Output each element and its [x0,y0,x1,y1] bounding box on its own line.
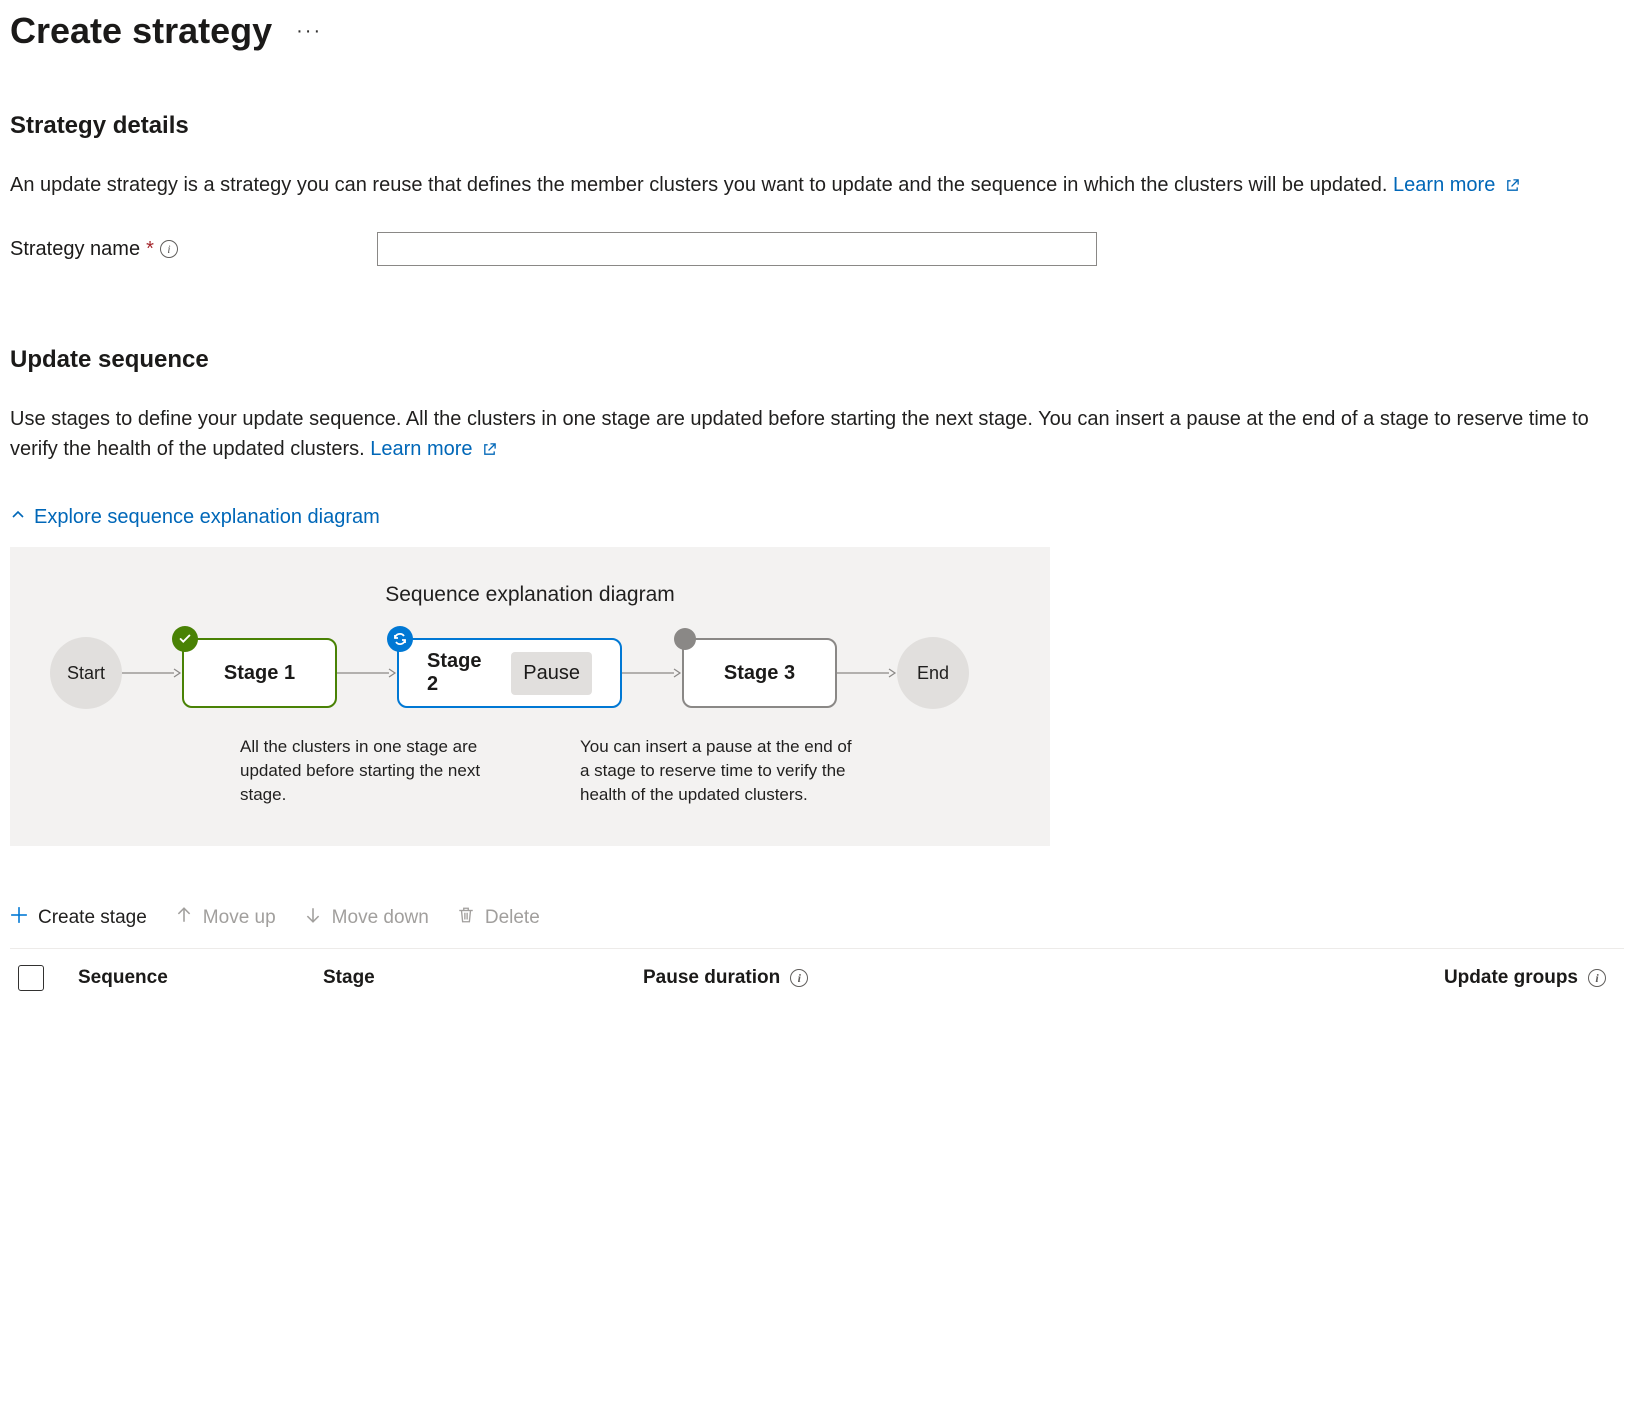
arrow-icon [622,667,682,679]
column-update-groups[interactable]: Update groups i [963,967,1616,989]
update-sequence-heading: Update sequence [10,346,1624,374]
column-pause-duration[interactable]: Pause duration i [643,967,963,989]
page-title-text: Create strategy [10,10,272,52]
diagram-end-node: End [897,637,969,709]
more-actions-button[interactable]: ··· [296,20,322,43]
info-icon[interactable]: i [160,240,178,258]
diagram-caption-1: All the clusters in one stage are update… [240,735,520,806]
info-icon[interactable]: i [1588,969,1606,987]
strategy-details-learn-more-link[interactable]: Learn more [1393,174,1520,196]
pause-chip: Pause [511,652,592,695]
stages-table-header: Sequence Stage Pause duration i Update g… [10,948,1624,1007]
trash-icon [457,906,475,930]
column-stage[interactable]: Stage [323,967,643,989]
arrow-up-icon [175,906,193,930]
arrow-icon [837,667,897,679]
diagram-title: Sequence explanation diagram [50,583,1010,607]
diagram-stage-2: Stage 2 Pause [397,638,622,708]
strategy-name-label: Strategy name * i [10,238,365,261]
chevron-up-icon [10,506,26,529]
diagram-caption-2: You can insert a pause at the end of a s… [580,735,860,806]
required-indicator: * [146,238,154,261]
move-down-button: Move down [304,906,429,930]
diagram-stage-1: Stage 1 [182,638,337,708]
update-sequence-description: Use stages to define your update sequenc… [10,404,1624,466]
strategy-name-input[interactable] [377,232,1097,266]
sync-icon [387,626,413,652]
explore-diagram-toggle[interactable]: Explore sequence explanation diagram [10,506,380,529]
external-link-icon [482,436,497,466]
stage-2-box: Stage 2 Pause [397,638,622,708]
stage-3-box: Stage 3 [682,638,837,708]
strategy-details-heading: Strategy details [10,112,1624,140]
arrow-down-icon [304,906,322,930]
strategy-details-description-text: An update strategy is a strategy you can… [10,174,1387,196]
column-sequence[interactable]: Sequence [78,967,323,989]
strategy-name-row: Strategy name * i [10,232,1624,266]
diagram-captions: All the clusters in one stage are update… [50,735,1010,806]
diagram-flow: Start Stage 1 Stage 2 Pause [50,637,1010,709]
info-icon[interactable]: i [790,969,808,987]
update-sequence-description-text: Use stages to define your update sequenc… [10,408,1589,460]
select-all-checkbox[interactable] [18,965,44,991]
diagram-start-node: Start [50,637,122,709]
arrow-icon [337,667,397,679]
dot-icon [674,628,696,650]
external-link-icon [1505,172,1520,202]
check-icon [172,626,198,652]
move-up-button: Move up [175,906,276,930]
page-title: Create strategy ··· [10,10,1624,52]
diagram-stage-3: Stage 3 [682,638,837,708]
strategy-details-description: An update strategy is a strategy you can… [10,170,1624,202]
delete-button: Delete [457,906,540,930]
stage-toolbar: Create stage Move up Move down Delete [10,906,1624,930]
arrow-icon [122,667,182,679]
select-all-cell [18,965,78,991]
update-sequence-learn-more-link[interactable]: Learn more [370,438,497,460]
create-stage-button[interactable]: Create stage [10,906,147,930]
plus-icon [10,906,28,930]
stage-1-box: Stage 1 [182,638,337,708]
sequence-diagram: Sequence explanation diagram Start Stage… [10,547,1050,846]
